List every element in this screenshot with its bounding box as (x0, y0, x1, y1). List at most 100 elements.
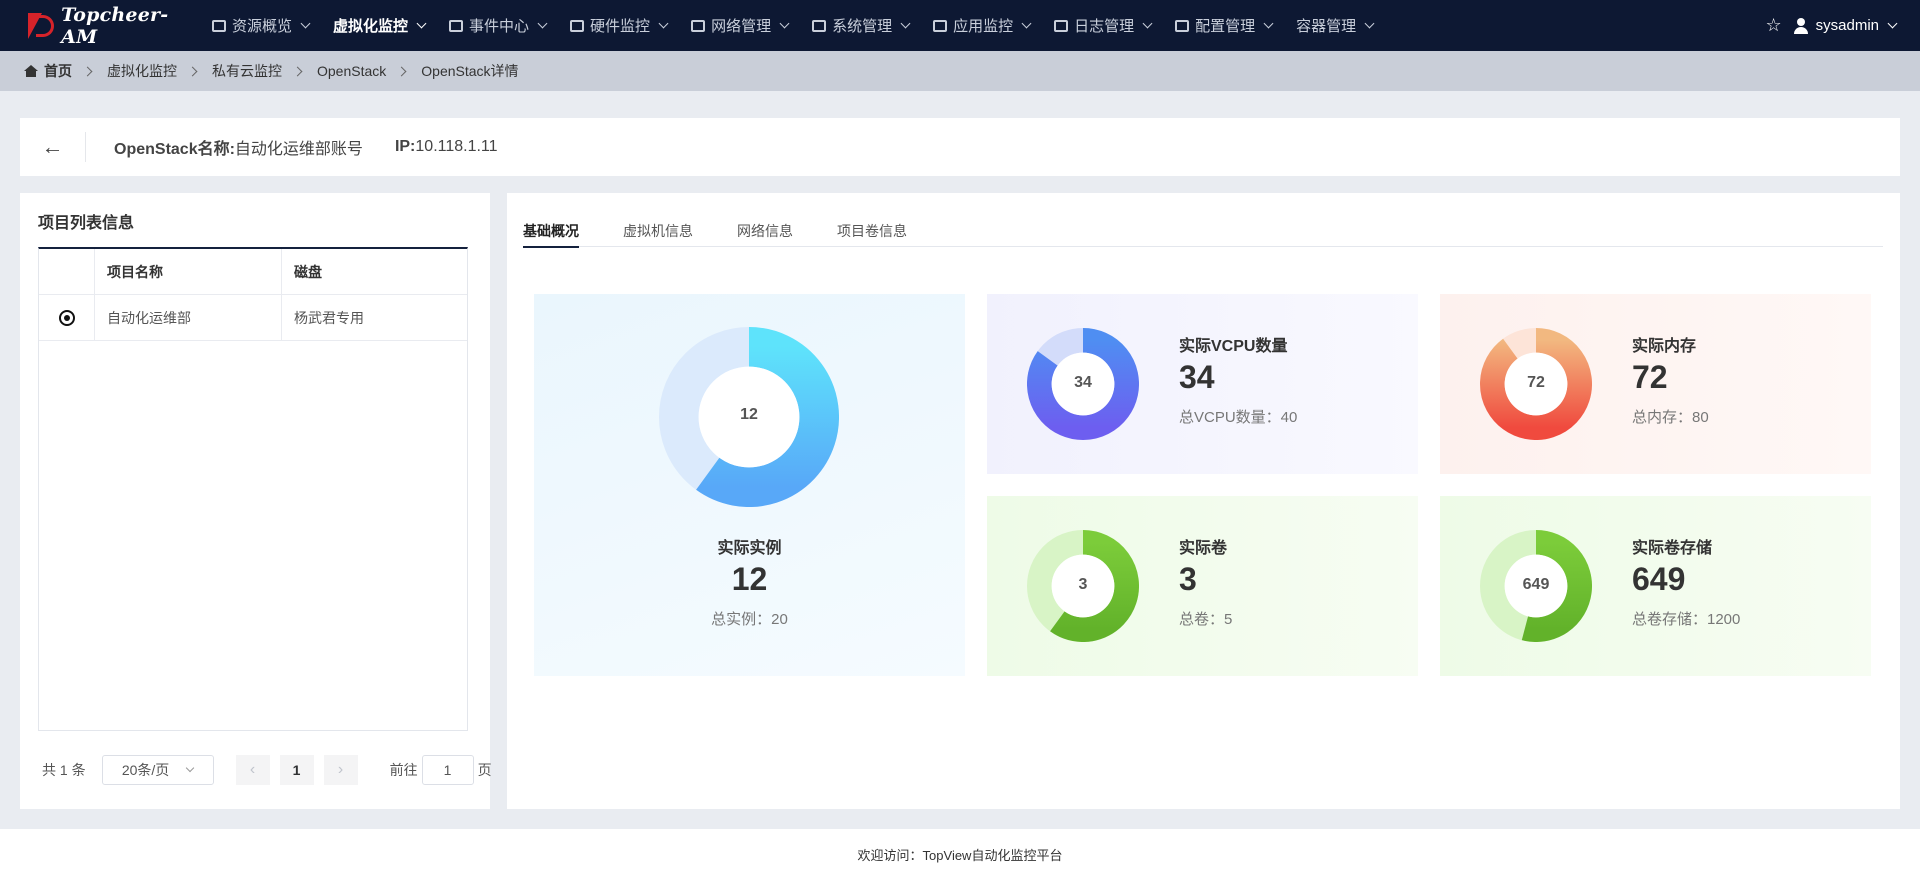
volumes-total: 总卷：5 (1179, 611, 1233, 628)
current-page-button[interactable]: 1 (279, 755, 314, 785)
tab-bar: 基础概况 虚拟机信息 网络信息 项目卷信息 (523, 221, 1883, 248)
monitor-icon (212, 19, 226, 32)
back-arrow-icon[interactable]: ← (20, 132, 86, 162)
volumes-value: 3 (1179, 561, 1197, 597)
goto-label: 前往 (389, 762, 418, 778)
nav-menu: 资源概览 虚拟化监控 事件中心 硬件监控 网络管理 系统管理 应用监控 日志管理 配置管理 容器管… (200, 0, 1385, 51)
breadcrumb: 首页 虚拟化监控 私有云监控 OpenStack OpenStack详情 (0, 51, 1920, 91)
project-name-cell: 自动化运维部 (95, 295, 282, 340)
nav-item-5[interactable]: 系统管理 (800, 0, 921, 51)
disk-cell: 杨武君专用 (294, 309, 364, 326)
tab-volume-info[interactable]: 项目卷信息 (837, 221, 907, 247)
chevron-right-icon (82, 66, 93, 76)
chevron-down-icon (779, 18, 790, 29)
instances-total: 总实例：20 (711, 611, 788, 628)
logo-text: Topcheer-AM (61, 3, 169, 48)
volumes-label: 实际卷 (1179, 540, 1228, 557)
chevron-down-icon (300, 18, 311, 29)
page-size-select[interactable]: 20条/页 (101, 755, 214, 785)
volumes-card: 3 实际卷 3 总卷：5 (987, 496, 1418, 676)
tab-basic-overview[interactable]: 基础概况 (523, 221, 579, 248)
log-icon (1054, 19, 1069, 32)
select-cell[interactable] (39, 295, 95, 340)
memory-donut-value: 72 (1527, 374, 1545, 391)
nav-item-8[interactable]: 配置管理 (1163, 0, 1284, 51)
ip-value: 10.118.1.11 (415, 138, 498, 155)
memory-card: 72 实际内存 72 总内存：80 (1440, 294, 1871, 474)
name-label: OpenStack名称: (114, 141, 235, 158)
nav-item-4[interactable]: 网络管理 (679, 0, 800, 51)
volume-storage-value: 649 (1632, 561, 1686, 597)
nav-item-3[interactable]: 硬件监控 (558, 0, 679, 51)
nav-item-label: 容器管理 (1296, 18, 1357, 35)
logo[interactable]: Topcheer-AM (0, 0, 200, 51)
panel-title: 项目列表信息 (38, 215, 135, 232)
goto-page-input[interactable]: 1 (421, 755, 474, 785)
pagination: 共 1 条 20条/页 ‹ 1 › 前往 1 页 (42, 755, 492, 785)
vcpu-value: 34 (1179, 359, 1215, 395)
tab-vm-info[interactable]: 虚拟机信息 (623, 221, 693, 247)
page-size-value: 20条/页 (121, 762, 170, 778)
volume-storage-donut-value: 649 (1522, 576, 1550, 593)
nav-item-2[interactable]: 事件中心 (437, 0, 558, 51)
document-icon (449, 19, 464, 32)
volume-storage-info: 实际卷存储 649 总卷存储：1200 (1632, 534, 1740, 629)
footer: 欢迎访问：TopView自动化监控平台 (0, 829, 1920, 880)
nav-item-label: 虚拟化监控 (333, 18, 409, 35)
instances-donut-value: 12 (740, 406, 758, 423)
ip-label: IP: (394, 138, 416, 155)
instances-value: 12 (731, 561, 768, 597)
nav-item-9[interactable]: 容器管理 (1284, 0, 1385, 51)
server-icon (570, 19, 585, 32)
table-header: 项目名称 磁盘 (39, 249, 467, 295)
radio-selected-icon[interactable] (58, 309, 75, 326)
chevron-down-icon (186, 763, 195, 773)
nav-item-6[interactable]: 应用监控 (921, 0, 1042, 51)
grid-icon (812, 19, 827, 32)
tab-network-info[interactable]: 网络信息 (737, 221, 793, 247)
nav-user-area: ☆ sysadmin (1766, 0, 1898, 51)
next-page-button[interactable]: › (323, 755, 358, 785)
star-icon[interactable]: ☆ (1766, 15, 1782, 36)
project-table: 项目名称 磁盘 自动化运维部 杨武君专用 (38, 247, 468, 731)
vcpu-label: 实际VCPU数量 (1179, 338, 1288, 355)
network-icon (691, 19, 706, 32)
chevron-right-icon (292, 66, 303, 76)
volume-storage-label: 实际卷存储 (1632, 540, 1713, 557)
select-column-header (39, 249, 95, 294)
volumes-donut-value: 3 (1078, 576, 1088, 593)
project-list-panel: 项目列表信息 项目名称 磁盘 自动化运维部 杨武君专用 共 1 条 20条/页 … (20, 193, 492, 809)
volume-storage-card: 649 实际卷存储 649 总卷存储：1200 (1440, 496, 1871, 676)
breadcrumb-item[interactable]: 私有云监控 (212, 61, 282, 81)
nav-item-label: 系统管理 (832, 18, 893, 35)
column-header-disk: 磁盘 (294, 263, 322, 280)
breadcrumb-item: OpenStack详情 (421, 63, 519, 79)
instances-info: 实际实例 12 总实例：20 (534, 534, 965, 629)
memory-label: 实际内存 (1632, 338, 1697, 355)
breadcrumb-item[interactable]: OpenStack (317, 63, 386, 79)
memory-info: 实际内存 72 总内存：80 (1632, 332, 1709, 427)
nav-item-0[interactable]: 资源概览 (200, 0, 321, 51)
table-row[interactable]: 自动化运维部 杨武君专用 (39, 295, 467, 341)
memory-total: 总内存：80 (1632, 409, 1709, 426)
chevron-down-icon[interactable] (1887, 18, 1898, 29)
user-icon (1793, 17, 1808, 34)
chevron-down-icon (537, 18, 548, 29)
home-icon (24, 65, 38, 77)
nav-item-7[interactable]: 日志管理 (1042, 0, 1163, 51)
logo-mark-icon (28, 12, 55, 39)
nav-item-label: 资源概览 (232, 18, 293, 35)
vcpu-info: 实际VCPU数量 34 总VCPU数量：40 (1179, 332, 1297, 427)
nav-item-1[interactable]: 虚拟化监控 (321, 0, 437, 51)
nav-item-label: 日志管理 (1074, 18, 1135, 35)
name-value: 自动化运维部账号 (234, 141, 363, 158)
chevron-down-icon (1263, 18, 1274, 29)
nav-item-label: 应用监控 (953, 18, 1014, 35)
username[interactable]: sysadmin (1816, 17, 1879, 34)
prev-page-button[interactable]: ‹ (235, 755, 270, 785)
overview-panel: 基础概况 虚拟机信息 网络信息 项目卷信息 12 实际实例 12 总实例：20 … (507, 193, 1900, 809)
volumes-info: 实际卷 3 总卷：5 (1179, 534, 1232, 629)
chevron-right-icon (396, 66, 407, 76)
breadcrumb-item[interactable]: 虚拟化监控 (107, 61, 177, 81)
breadcrumb-item[interactable]: 首页 (44, 61, 72, 81)
